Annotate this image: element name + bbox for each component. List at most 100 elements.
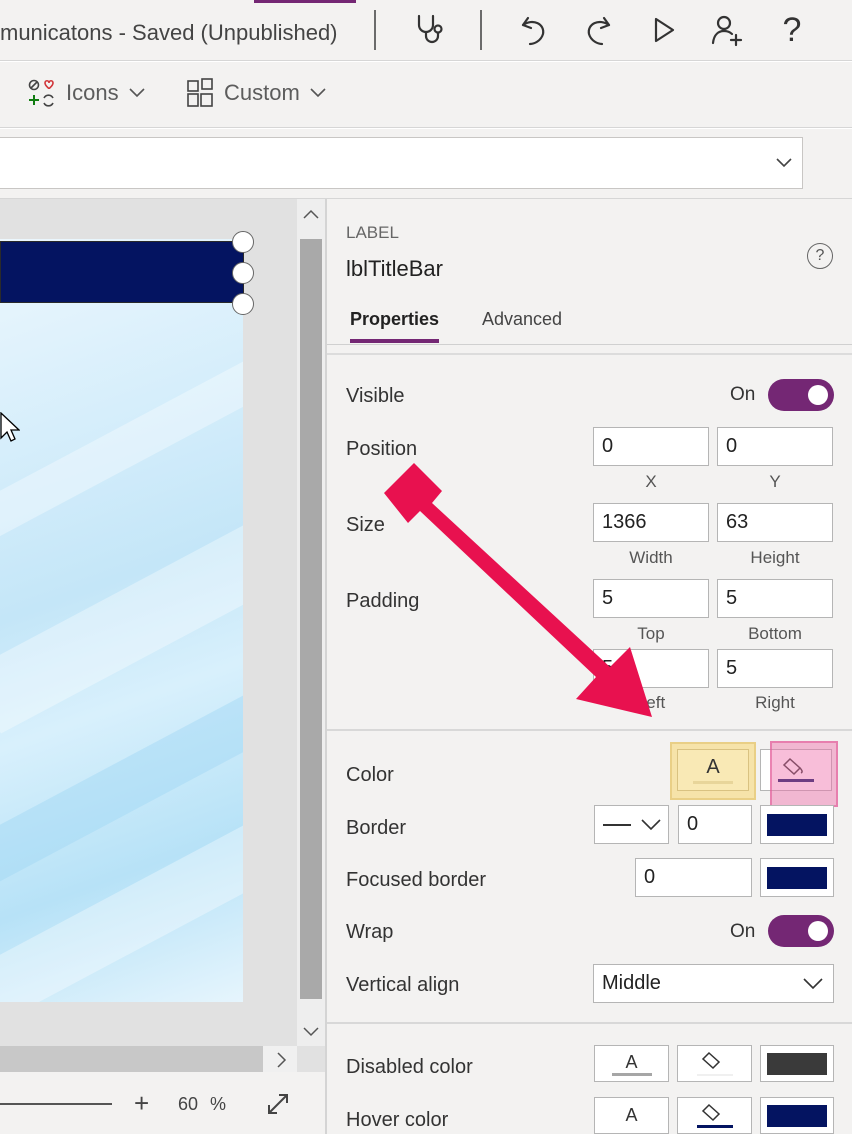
chevron-right-icon[interactable] (277, 1052, 287, 1068)
chevron-down-icon (803, 977, 823, 989)
formula-bar-area (0, 129, 852, 199)
border-label: Border (346, 817, 407, 839)
chevron-down-icon (640, 818, 661, 830)
chevron-down-icon[interactable] (776, 158, 792, 168)
icons-menu[interactable]: Icons (28, 78, 145, 108)
bottom-caption: Bottom (748, 624, 802, 643)
disabled-color-label: Disabled color (346, 1056, 473, 1078)
disabled-border-color-button[interactable] (760, 1045, 834, 1082)
control-name: lblTitleBar (346, 256, 443, 281)
border-style-dropdown[interactable] (594, 805, 669, 844)
disabled-text-color-button[interactable]: A (594, 1045, 669, 1082)
chevron-down-icon[interactable] (303, 1027, 319, 1037)
text-color-underline (693, 781, 733, 784)
horizontal-scrollbar[interactable] (0, 1046, 297, 1072)
vertical-align-dropdown[interactable]: Middle (593, 964, 834, 1003)
fill-color-highlight (770, 741, 838, 807)
canvas-area: + 60 % (0, 199, 325, 1134)
paint-bucket-icon (696, 1051, 733, 1076)
line-style-preview (602, 823, 631, 826)
undo-icon[interactable] (514, 10, 554, 50)
help-circle-icon[interactable]: ? (807, 243, 833, 269)
disabled-color-swatch (767, 1052, 827, 1075)
icons-menu-label: Icons (66, 80, 119, 105)
toolbar-divider (374, 10, 376, 50)
wrap-toggle[interactable] (768, 915, 834, 947)
app-screen-background (0, 239, 243, 1002)
icons-gallery-icon (28, 79, 54, 107)
wrap-state: On (730, 921, 756, 942)
height-input[interactable]: 63 (717, 503, 833, 542)
padding-bottom-input[interactable]: 5 (717, 579, 833, 618)
zoom-in-icon[interactable]: + (134, 1088, 149, 1119)
scrollbar-thumb[interactable] (0, 1046, 263, 1072)
hover-color-label: Hover color (346, 1109, 449, 1131)
zoom-slider[interactable] (0, 1103, 112, 1105)
formula-input[interactable] (0, 137, 803, 189)
chevron-down-icon (310, 88, 326, 98)
custom-menu-label: Custom (224, 80, 300, 105)
focused-border-thickness-input[interactable]: 0 (635, 858, 752, 897)
control-type: LABEL (346, 223, 399, 242)
vertical-align-label: Vertical align (346, 974, 460, 996)
border-color-button[interactable] (760, 805, 834, 844)
fit-to-window-icon[interactable] (266, 1092, 290, 1116)
text-color-button[interactable]: A (677, 749, 749, 791)
border-thickness-input[interactable]: 0 (678, 805, 752, 844)
zoom-value: 60 (178, 1094, 199, 1114)
resize-handle[interactable] (232, 293, 254, 315)
custom-menu[interactable]: Custom (186, 78, 326, 108)
hover-color-swatch (767, 1104, 827, 1127)
selected-title-bar-label[interactable] (0, 241, 244, 303)
ribbon: Icons Custom (0, 62, 852, 128)
focused-border-label: Focused border (346, 869, 487, 891)
annotation-arrow (384, 463, 652, 717)
title-accent-line (254, 0, 356, 3)
add-user-icon[interactable] (705, 10, 749, 50)
vertical-scrollbar[interactable] (297, 199, 325, 1046)
redo-icon[interactable] (578, 10, 618, 50)
mouse-cursor-icon (0, 412, 20, 442)
stethoscope-icon[interactable] (408, 10, 452, 50)
paint-bucket-icon (696, 1103, 733, 1128)
hover-fill-color-button[interactable] (677, 1097, 752, 1134)
tab-properties[interactable]: Properties (350, 309, 439, 330)
visible-state: On (730, 384, 756, 405)
tab-advanced[interactable]: Advanced (482, 309, 562, 330)
position-y-input[interactable]: 0 (717, 427, 833, 466)
height-caption: Height (750, 548, 800, 567)
chevron-down-icon (129, 88, 145, 98)
y-caption: Y (769, 472, 781, 491)
text-color-glyph: A (706, 756, 720, 778)
scrollbar-thumb[interactable] (300, 239, 322, 999)
visible-label: Visible (346, 385, 405, 407)
zoom-unit: % (210, 1094, 227, 1114)
custom-components-icon (187, 78, 213, 107)
hover-text-color-button[interactable]: A (594, 1097, 669, 1134)
resize-handle[interactable] (232, 262, 254, 284)
help-icon[interactable]: ? (772, 10, 812, 50)
zoom-bar: + 60 % (0, 1072, 325, 1134)
border-color-swatch (767, 813, 827, 836)
resize-handle[interactable] (232, 231, 254, 253)
chevron-up-icon[interactable] (303, 209, 319, 219)
visible-toggle[interactable] (768, 379, 834, 411)
divider (327, 344, 852, 345)
hover-border-color-button[interactable] (760, 1097, 834, 1134)
divider (327, 1022, 852, 1024)
active-tab-indicator (350, 339, 439, 343)
wrap-label: Wrap (346, 921, 394, 943)
app-title: municatons - Saved (Unpublished) (0, 20, 338, 45)
focused-border-color-swatch (767, 866, 827, 889)
title-bar: municatons - Saved (Unpublished) ? (0, 0, 852, 61)
disabled-text-glyph: A (625, 1051, 638, 1072)
focused-border-color-button[interactable] (760, 858, 834, 897)
vertical-align-value: Middle (602, 972, 661, 994)
divider (327, 353, 852, 355)
play-icon[interactable] (644, 10, 684, 50)
color-label: Color (346, 764, 394, 786)
disabled-fill-color-button[interactable] (677, 1045, 752, 1082)
toolbar-divider (480, 10, 482, 50)
right-caption: Right (755, 693, 795, 712)
padding-right-input[interactable]: 5 (717, 649, 833, 688)
